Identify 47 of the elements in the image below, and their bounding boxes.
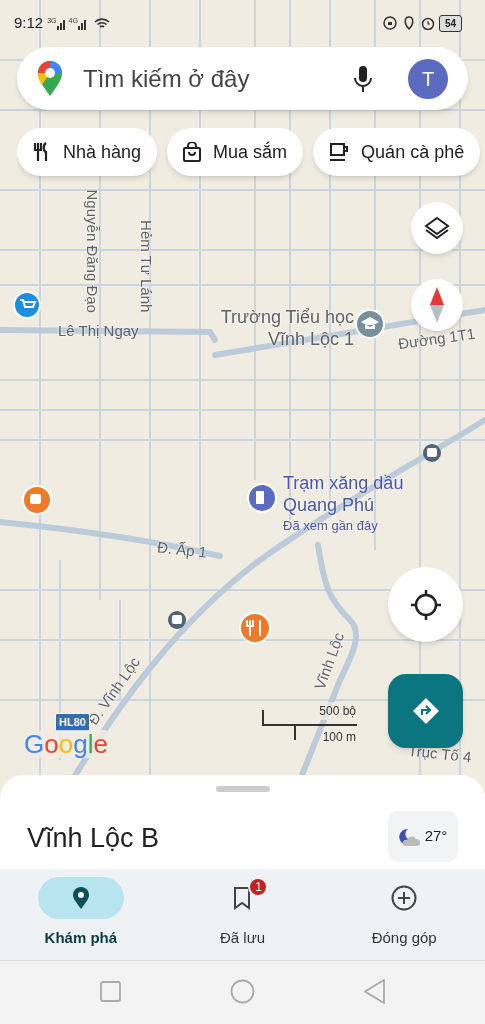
street-label: Đường 1T1 [396, 323, 477, 355]
place-label[interactable]: Trường Tiểu học Vĩnh Lộc 1 [218, 306, 354, 350]
alarm-icon [420, 16, 435, 31]
location-pin-icon [71, 886, 90, 910]
account-avatar[interactable]: T [408, 58, 448, 99]
signal-icon [56, 17, 67, 30]
category-chip[interactable]: Nhà hàng [17, 128, 158, 176]
street-label: Hẻm Tư Lánh [137, 220, 157, 313]
search-bar[interactable]: Tìm kiếm ở đây T [17, 47, 468, 110]
signal-icon [77, 17, 88, 30]
google-logo: Google [24, 730, 108, 758]
weather-chip[interactable]: 27° [388, 811, 458, 862]
night-cloud-icon [398, 826, 421, 847]
street-label: Đ. Ấp 1 [155, 537, 209, 563]
nav-tab[interactable]: Đóng góp [323, 877, 485, 950]
search-placeholder: Tìm kiếm ở đây [83, 63, 251, 94]
add-circle-icon [391, 885, 418, 911]
temperature: 27° [424, 826, 448, 847]
restaurant-pin-icon[interactable] [239, 612, 271, 644]
place-label[interactable]: Trạm xăng dầu Quang Phú [283, 472, 423, 516]
map-note[interactable]: Đã xem gần đây [283, 516, 378, 536]
microphone-icon[interactable] [354, 64, 372, 93]
street-label: Vĩnh Lộc [309, 629, 348, 693]
nav-tab[interactable]: 1 Đã lưu [161, 877, 324, 950]
scale-imperial: 500 bộ [319, 702, 356, 720]
nav-tab[interactable]: Khám phá [0, 877, 162, 950]
status-time: 9:12 [14, 13, 44, 33]
street-label: Nguyễn Đăng Đạo [82, 189, 102, 313]
compass-icon [430, 287, 444, 323]
category-chip[interactable]: Quán cà phê [313, 128, 481, 176]
bookmark-icon [233, 886, 252, 910]
wifi-icon [93, 16, 110, 30]
location-icon [402, 16, 415, 31]
layers-icon [424, 215, 450, 241]
school-pin-icon[interactable] [355, 309, 385, 339]
coffee-cup-icon [329, 142, 350, 162]
street-label: Lê Thị Ngay [58, 321, 139, 341]
sheet-handle[interactable] [216, 786, 270, 792]
category-chip[interactable]: Mua sắm [167, 128, 304, 176]
shopping-bag-icon [183, 142, 202, 162]
route-badge: HL80 [55, 713, 90, 732]
directions-icon [411, 697, 440, 725]
place-title: Vĩnh Lộc B [27, 822, 160, 855]
lock-icon [382, 16, 397, 31]
directions-button[interactable] [388, 674, 463, 748]
crosshair-icon [410, 589, 441, 620]
maps-pin-logo-icon [37, 60, 63, 97]
